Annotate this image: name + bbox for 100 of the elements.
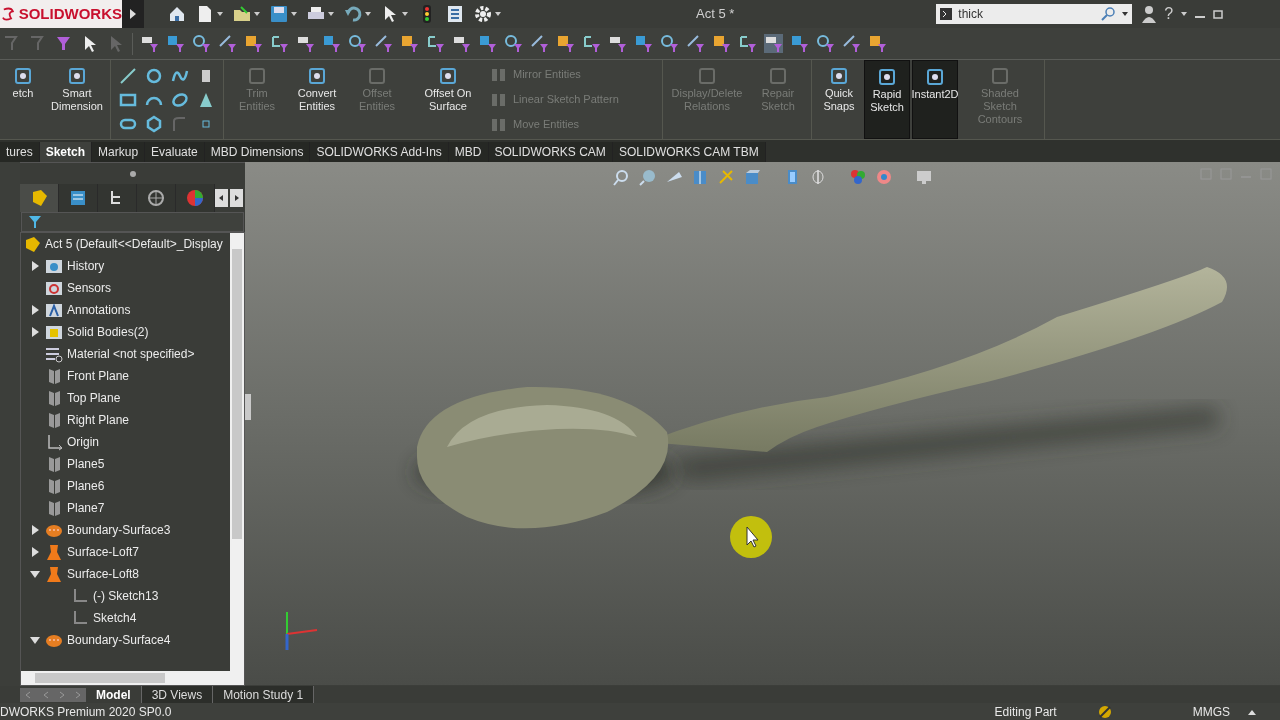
tree-item[interactable]: Plane5 <box>67 455 105 473</box>
tree-item[interactable]: History <box>67 257 105 275</box>
expand-arrow-icon[interactable] <box>30 327 40 337</box>
ribbon-tab[interactable]: SOLIDWORKS CAM TBM <box>612 142 766 162</box>
circle-icon[interactable] <box>145 66 163 85</box>
tree-item[interactable]: Top Plane <box>67 389 121 407</box>
selection-filter-icon[interactable] <box>374 34 393 53</box>
rebuild-icon[interactable] <box>1096 703 1113 720</box>
expand-button[interactable] <box>122 0 144 28</box>
caret-icon[interactable] <box>254 12 260 16</box>
selection-filter-icon[interactable] <box>478 34 497 53</box>
ribbon-button[interactable]: etch <box>0 60 46 139</box>
scrollbar-thumb[interactable] <box>35 673 165 683</box>
selection-filter-icon[interactable] <box>816 34 835 53</box>
undo-icon[interactable] <box>344 5 362 23</box>
caret-icon[interactable] <box>1248 708 1256 715</box>
ribbon-tab[interactable]: Sketch <box>39 142 93 162</box>
zoom-to-fit-icon[interactable] <box>613 168 631 186</box>
tree-item[interactable]: Surface-Loft8 <box>67 565 140 583</box>
selection-filter-icon[interactable] <box>738 34 757 53</box>
tree-item[interactable]: Origin <box>67 433 99 451</box>
selection-filter-icon[interactable] <box>686 34 705 53</box>
ellipse-icon[interactable] <box>171 90 189 109</box>
panel-tab[interactable] <box>137 184 176 212</box>
selection-filter-icon[interactable] <box>530 34 549 53</box>
tree-item[interactable]: Sketch4 <box>93 609 137 627</box>
ribbon-tab[interactable]: SOLIDWORKS CAM <box>488 142 613 162</box>
user-icon[interactable] <box>1142 5 1157 23</box>
line-icon[interactable] <box>119 66 137 85</box>
filter-field[interactable] <box>21 212 244 232</box>
selection-filter-icon[interactable] <box>842 34 861 53</box>
panel-tab[interactable] <box>176 184 215 212</box>
tree-item[interactable]: Sensors <box>67 279 112 297</box>
save-icon[interactable] <box>270 5 288 23</box>
search-field[interactable]: thick <box>936 4 1133 24</box>
selection-filter-icon[interactable] <box>426 34 445 53</box>
model-tab[interactable]: 3D Views <box>141 686 214 703</box>
selection-filter-icon[interactable] <box>504 34 523 53</box>
ribbon-button[interactable]: Quick Snaps <box>816 60 862 139</box>
list-icon[interactable] <box>446 5 464 23</box>
caret-icon[interactable] <box>1122 12 1129 16</box>
tree-item[interactable]: Front Plane <box>67 367 130 385</box>
restore-icon[interactable] <box>1213 9 1224 19</box>
tree-item[interactable]: Right Plane <box>67 411 130 429</box>
selection-filter-icon[interactable] <box>322 34 341 53</box>
panel-tab[interactable] <box>20 184 59 212</box>
home-icon[interactable] <box>168 5 186 23</box>
caret-icon[interactable] <box>365 12 371 16</box>
selection-filter-icon[interactable] <box>868 34 887 53</box>
tree-item[interactable]: Plane6 <box>67 477 105 495</box>
selection-filter-icon[interactable] <box>244 34 263 53</box>
selection-filter-icon[interactable] <box>712 34 731 53</box>
scroll-arrows-icon[interactable] <box>215 189 243 207</box>
panel-tab[interactable] <box>59 184 98 212</box>
collapse-arrow-icon[interactable] <box>30 635 40 645</box>
tree-item[interactable]: Solid Bodies(2) <box>67 323 149 341</box>
expand-arrow-icon[interactable] <box>30 305 40 315</box>
caret-icon[interactable] <box>402 12 408 16</box>
selection-filter-icon[interactable] <box>608 34 627 53</box>
selection-filter-icon[interactable] <box>556 34 575 53</box>
selection-filter-icon[interactable] <box>582 34 601 53</box>
ribbon-button[interactable]: Convert Entities <box>288 60 346 139</box>
ribbon-button[interactable]: Offset On Surface <box>408 60 488 139</box>
grip-icon[interactable] <box>128 169 137 178</box>
selection-filter-icon[interactable] <box>764 34 783 53</box>
vertical-scrollbar[interactable] <box>230 233 244 685</box>
caret-icon[interactable] <box>495 12 501 16</box>
scrollbar-thumb[interactable] <box>232 249 242 539</box>
folder-icon[interactable] <box>233 5 251 23</box>
ribbon-tab[interactable]: SOLIDWORKS Add-Ins <box>310 142 449 162</box>
ribbon-button[interactable]: Instant2D <box>912 60 958 139</box>
search-icon[interactable] <box>1100 7 1117 21</box>
selection-filter-icon[interactable] <box>452 34 471 53</box>
expand-arrow-icon[interactable] <box>30 525 40 535</box>
ribbon-button[interactable]: Rapid Sketch <box>864 60 910 139</box>
tree-item[interactable]: Surface-Loft7 <box>67 543 140 561</box>
selection-filter-icon[interactable] <box>348 34 367 53</box>
polygon-icon[interactable] <box>145 114 163 133</box>
gear-icon[interactable] <box>474 5 492 23</box>
tree-item[interactable]: Annotations <box>67 301 131 319</box>
selection-filter-icon[interactable] <box>634 34 653 53</box>
selection-filter-icon[interactable] <box>166 34 185 53</box>
selection-filter-icon[interactable] <box>140 34 159 53</box>
selection-filter-icon[interactable] <box>218 34 237 53</box>
ribbon-tab[interactable]: MBD <box>448 142 489 162</box>
tree-item[interactable]: Plane7 <box>67 499 105 517</box>
horizontal-scrollbar[interactable] <box>21 671 230 685</box>
expand-arrow-icon[interactable] <box>30 261 40 271</box>
navigation-arrows-icon[interactable] <box>20 687 86 702</box>
caret-icon[interactable] <box>1181 12 1188 16</box>
ribbon-tab[interactable]: Markup <box>92 142 146 162</box>
panel-tab[interactable] <box>98 184 137 212</box>
caret-icon[interactable] <box>217 12 223 16</box>
selection-filter-icon[interactable] <box>192 34 211 53</box>
filter-icon[interactable] <box>54 34 73 53</box>
ribbon-tab[interactable]: MBD Dimensions <box>204 142 311 162</box>
ribbon-tab[interactable]: Evaluate <box>145 142 205 162</box>
selection-filter-icon[interactable] <box>660 34 679 53</box>
help-button[interactable]: ? <box>1164 6 1174 22</box>
tree-item[interactable]: Boundary-Surface4 <box>67 631 171 649</box>
